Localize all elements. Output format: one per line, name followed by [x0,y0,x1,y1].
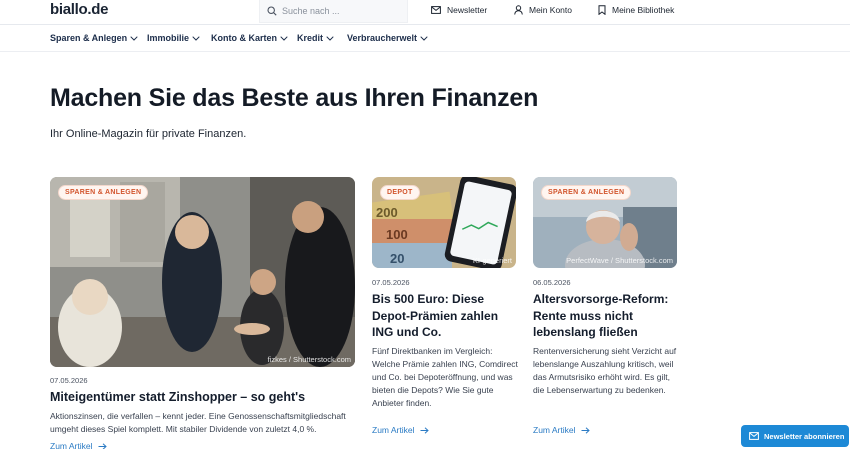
nav-item-label: Kredit [297,33,324,43]
main-navigation: Sparen & Anlegen Immobilie Konto & Karte… [0,25,850,52]
nav-item-label: Immobilie [147,33,190,43]
read-more-link[interactable]: Zum Artikel [50,441,107,449]
search-box[interactable] [259,0,408,23]
nav-item-label: Sparen & Anlegen [50,33,128,43]
chevron-down-icon [192,35,200,41]
newsletter-link[interactable]: Newsletter [431,5,487,15]
nav-item-label: Konto & Karten [211,33,277,43]
article-teaser: Fünf Direktbanken im Vergleich: Welche P… [372,346,518,408]
article-date: 07.05.2026 [50,376,88,385]
article-date: 07.05.2026 [372,278,410,287]
arrow-right-icon [98,442,107,449]
article-image-1[interactable]: SPAREN & ANLEGEN fizkes / Shutterstock.c… [50,177,355,367]
read-more-link[interactable]: Zum Artikel [372,425,429,435]
nav-item-kredit[interactable]: Kredit [297,33,334,43]
read-more-label: Zum Artikel [50,441,93,449]
article-image-2[interactable]: 200 100 20 DEPOT KI-generiert [372,177,516,268]
svg-text:20: 20 [390,251,404,266]
svg-text:200: 200 [376,205,398,220]
article-teaser: Aktionszinsen, die verfallen – kennt jed… [50,411,346,434]
article-date: 06.05.2026 [533,278,571,287]
mail-icon [431,6,441,14]
nav-item-immobilie[interactable]: Immobilie [147,33,200,43]
site-logo[interactable]: biallo.de [50,1,108,18]
account-link[interactable]: Mein Konto [514,5,572,15]
top-header: biallo.de Newsletter Mein Konto Meine Bi… [0,0,850,25]
library-link[interactable]: Meine Bibliothek [598,5,674,15]
article-teaser: Rentenversicherung sieht Verzicht auf le… [533,346,677,395]
nav-item-label: Verbraucherwelt [347,33,418,43]
nav-item-sparen-anlegen[interactable]: Sparen & Anlegen [50,33,138,43]
account-link-label: Mein Konto [529,5,572,15]
search-icon [267,6,277,16]
image-credit: KI-generiert [472,256,512,265]
image-credit: fizkes / Shutterstock.com [267,355,351,364]
read-more-label: Zum Artikel [372,425,415,435]
chevron-down-icon [326,35,334,41]
library-link-label: Meine Bibliothek [612,5,675,15]
nav-item-konto-karten[interactable]: Konto & Karten [211,33,288,43]
newsletter-link-label: Newsletter [447,5,488,15]
chevron-down-icon [420,35,428,41]
category-badge[interactable]: DEPOT [380,185,420,200]
image-credit: PerfectWave / Shutterstock.com [566,256,673,265]
page-title: Machen Sie das Beste aus Ihren Finanzen [50,84,539,112]
article-title[interactable]: Altersvorsorge-Reform: Rente muss nicht … [533,291,681,341]
read-more-label: Zum Artikel [533,425,576,435]
chevron-down-icon [280,35,288,41]
arrow-right-icon [581,426,590,434]
mail-icon [749,432,759,440]
read-more-link[interactable]: Zum Artikel [533,425,590,435]
newsletter-subscribe-label: Newsletter abonnieren [764,431,845,441]
article-title[interactable]: Bis 500 Euro: Diese Depot-Prämien zahlen… [372,291,516,341]
bookmark-icon [598,5,606,15]
page-subtitle: Ihr Online-Magazin für private Finanzen. [50,128,247,140]
search-input[interactable] [282,6,397,16]
arrow-right-icon [420,426,429,434]
svg-text:100: 100 [386,227,408,242]
article-image-3[interactable]: SPAREN & ANLEGEN PerfectWave / Shutterst… [533,177,677,268]
chevron-down-icon [130,35,138,41]
category-badge[interactable]: SPAREN & ANLEGEN [58,185,149,200]
nav-item-verbraucherwelt[interactable]: Verbraucherwelt [347,33,428,43]
category-badge[interactable]: SPAREN & ANLEGEN [541,185,632,200]
newsletter-subscribe-button[interactable]: Newsletter abonnieren [741,425,849,447]
article-title[interactable]: Miteigentümer statt Zinshopper – so geht… [50,390,355,404]
office-handshake-photo [50,177,355,367]
user-icon [514,5,523,15]
